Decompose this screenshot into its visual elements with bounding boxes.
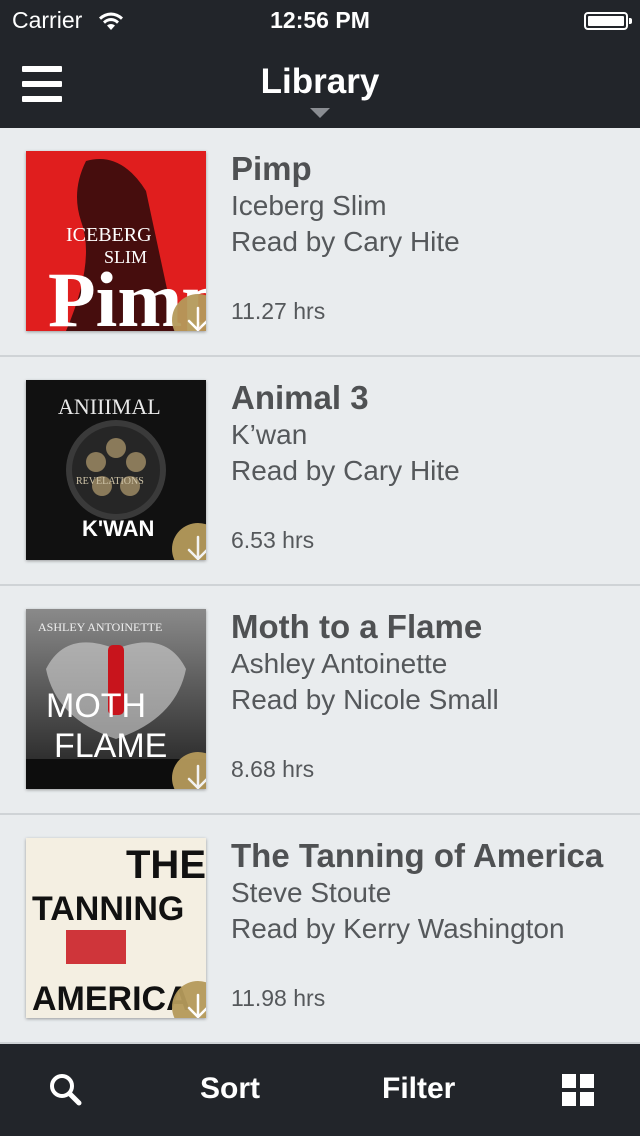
download-arrow-icon <box>187 764 206 789</box>
book-title: The Tanning of America <box>231 837 604 874</box>
battery-icon <box>584 12 632 30</box>
cover-text-mid: REVELATIONS <box>76 476 144 487</box>
book-cover[interactable]: ANIIIMAL REVELATIONS K'WAN <box>26 380 206 560</box>
cover-text-top: ICEBERG <box>66 224 152 246</box>
book-author: Steve Stoute <box>231 877 392 908</box>
download-arrow-icon <box>187 306 206 331</box>
book-duration: 11.98 hrs <box>231 985 326 1011</box>
book-cover[interactable]: ICEBERG SLIM Pimp <box>26 151 206 331</box>
library-list[interactable]: ICEBERG SLIM Pimp Pimp Iceberg Slim Read… <box>0 128 640 1044</box>
cover-text-mid: MOTH <box>46 687 146 725</box>
search-icon[interactable] <box>46 1070 86 1110</box>
status-time: 12:56 PM <box>270 7 370 33</box>
filter-button[interactable]: Filter <box>382 1072 455 1106</box>
grid-view-icon[interactable] <box>562 1074 594 1106</box>
book-title: Pimp <box>231 150 312 187</box>
list-item[interactable]: ICEBERG SLIM Pimp Pimp Iceberg Slim Read… <box>0 128 640 357</box>
sort-button[interactable]: Sort <box>200 1072 260 1106</box>
bottom-toolbar: Sort Filter <box>0 1044 640 1136</box>
book-author: Iceberg Slim <box>231 190 387 221</box>
download-arrow-icon <box>187 535 206 560</box>
download-arrow-icon <box>187 993 206 1018</box>
book-title: Animal 3 <box>231 379 369 416</box>
cover-text-top: THE <box>126 843 206 887</box>
book-author: Ashley Antoinette <box>231 648 448 679</box>
book-duration: 6.53 hrs <box>231 527 315 553</box>
book-cover[interactable]: THE TANNING AMERICA <box>26 838 206 1018</box>
book-author: K’wan <box>231 419 308 450</box>
book-narrator: Read by Nicole Small <box>231 684 499 715</box>
cover-text-big: K'WAN <box>82 516 154 541</box>
status-bar: Carrier 12:56 PM <box>0 0 640 40</box>
book-duration: 11.27 hrs <box>231 298 326 324</box>
book-duration: 8.68 hrs <box>231 756 315 782</box>
nav-header: Carrier 12:56 PM Library <box>0 0 640 128</box>
book-narrator: Read by Cary Hite <box>231 226 460 257</box>
page-title[interactable]: Library <box>0 62 640 102</box>
caret-down-icon[interactable] <box>310 108 330 118</box>
cover-text-top: ASHLEY ANTOINETTE <box>38 620 162 634</box>
cover-text-top: ANIIIMAL <box>58 394 161 419</box>
cover-text-big: AMERICA <box>32 980 191 1018</box>
list-item[interactable]: ANIIIMAL REVELATIONS K'WAN Animal 3 K’wa… <box>0 357 640 586</box>
book-narrator: Read by Cary Hite <box>231 455 460 486</box>
cover-text-mid: TANNING <box>32 890 184 928</box>
list-item[interactable]: ASHLEY ANTOINETTE MOTH FLAME Moth to a F… <box>0 586 640 815</box>
book-narrator: Read by Kerry Washington <box>231 913 565 944</box>
cover-text-big: FLAME <box>54 727 167 765</box>
book-cover[interactable]: ASHLEY ANTOINETTE MOTH FLAME <box>26 609 206 789</box>
list-item[interactable]: THE TANNING AMERICA The Tanning of Ameri… <box>0 815 640 1044</box>
book-title: Moth to a Flame <box>231 608 483 645</box>
